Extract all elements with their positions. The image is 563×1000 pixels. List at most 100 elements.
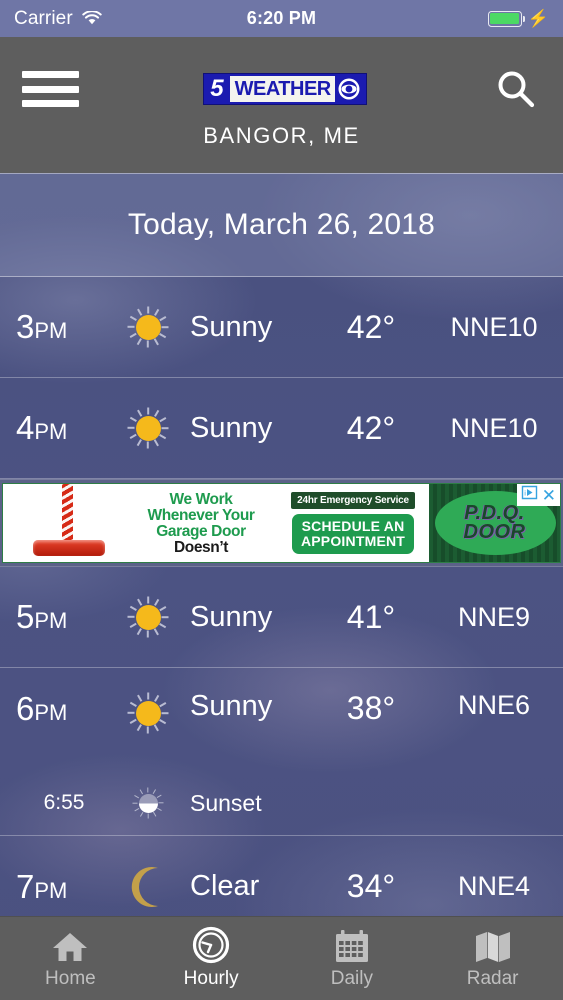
status-bar-clock: 6:20 PM: [246, 8, 317, 28]
calendar-icon: [334, 928, 370, 964]
hour-time: 7PM: [16, 868, 112, 906]
ad-close-icon[interactable]: ✕: [542, 487, 556, 504]
tab-radar[interactable]: Radar: [422, 928, 563, 990]
svg-text:i: i: [524, 488, 526, 497]
schedule-appointment-button[interactable]: SCHEDULE AN APPOINTMENT: [291, 513, 415, 555]
cta-line-2: APPOINTMENT: [300, 533, 406, 549]
ad-headline-line-2: Whenever Your: [147, 507, 255, 525]
ad-brand-text: P.D.Q. DOOR: [463, 503, 526, 543]
sun-icon: [112, 594, 184, 640]
clock-icon: [192, 926, 230, 964]
tab-home[interactable]: Home: [0, 928, 141, 990]
cbs-eye-icon: [334, 76, 364, 102]
condition-label: Sunny: [190, 411, 273, 444]
tab-daily-label: Daily: [330, 967, 373, 989]
wind-label: NNE10: [450, 311, 538, 342]
sun-glyph: [125, 690, 171, 736]
hour-number: 7: [16, 867, 35, 905]
sunset-label: Sunset: [190, 789, 262, 816]
home-icon: [51, 928, 89, 964]
moon-icon: [112, 865, 184, 909]
tab-home-label: Home: [45, 967, 96, 989]
bottom-tab-bar: Home Hourly Daily Radar: [0, 916, 563, 1000]
temperature-label: 42°: [346, 308, 396, 345]
hourly-row[interactable]: 4PM Sunny 42° NNE10: [0, 378, 563, 479]
hour-number: 6: [16, 690, 35, 727]
wind-label: NNE9: [457, 601, 531, 632]
ad-content[interactable]: We Work Whenever Your Garage Door Doesn’…: [2, 483, 561, 563]
status-bar-left: Carrier: [14, 8, 247, 30]
ad-headline-line-3: Garage Door: [156, 523, 246, 540]
advertisement-banner[interactable]: We Work Whenever Your Garage Door Doesn’…: [0, 479, 563, 567]
sunset-icon: [112, 785, 184, 821]
condition-label: Sunny: [190, 690, 273, 722]
hour-time: 6PM: [16, 690, 112, 728]
lightning-bolt-icon: ⚡: [527, 9, 549, 28]
hour-ampm: PM: [34, 318, 68, 343]
condition-label: Sunny: [190, 310, 273, 343]
hour-ampm: PM: [34, 877, 68, 903]
tab-radar-label: Radar: [466, 967, 519, 989]
date-label: Today, March 26, 2018: [127, 208, 436, 241]
battery-full-icon: [487, 10, 526, 27]
ad-controls[interactable]: i ✕: [516, 484, 560, 506]
brand-line-2: DOOR: [463, 521, 526, 543]
condition-label: Clear: [190, 870, 260, 902]
hour-number: 5: [16, 598, 35, 635]
search-icon[interactable]: [491, 64, 541, 114]
app-header: 5 WEATHER BANGOR, ME: [0, 37, 563, 173]
sun-icon: [112, 405, 184, 451]
wind-label: NNE10: [450, 412, 538, 443]
hourly-list-top: 3PM Sunny 42° NNE10 4PM Sunny 42° NNE10: [0, 277, 563, 479]
sun-glyph: [125, 304, 171, 350]
wifi-icon: [82, 10, 102, 26]
carrier-label: Carrier: [14, 7, 73, 29]
ad-cta-group: 24hr Emergency Service SCHEDULE AN APPOI…: [277, 484, 429, 562]
adchoices-icon[interactable]: i: [521, 485, 538, 505]
cta-line-1: SCHEDULE AN: [301, 517, 405, 534]
date-banner: Today, March 26, 2018: [0, 173, 563, 277]
app-header-row: 5 WEATHER: [0, 59, 563, 119]
weather-app-screen: Carrier 6:20 PM ⚡ 5 WEATHER BANGOR, ME T…: [0, 0, 563, 1000]
condition-label: Sunny: [190, 600, 273, 633]
hour-ampm: PM: [34, 608, 68, 633]
status-bar: Carrier 6:20 PM ⚡: [0, 0, 563, 37]
map-icon: [474, 928, 512, 964]
temperature-label: 38°: [346, 690, 396, 726]
temperature-label: 34°: [346, 868, 396, 904]
hourly-row[interactable]: 5PM Sunny 41° NNE9: [0, 567, 563, 668]
hourly-list-bottom: 5PM Sunny 41° NNE9 6PM Sunny 38° NNE6 6:…: [0, 567, 563, 937]
logo-weather-word: WEATHER: [229, 76, 335, 102]
city-label: BANGOR, ME: [203, 123, 360, 148]
tab-hourly-label: Hourly: [183, 967, 239, 989]
sunset-row: 6:55 Sunset: [0, 785, 563, 821]
hour-number: 4: [16, 409, 35, 446]
hamburger-menu-icon[interactable]: [22, 68, 79, 110]
hour-ampm: PM: [34, 419, 68, 444]
ad-headline-line-1: We Work: [169, 491, 233, 509]
wind-label: NNE6: [457, 690, 531, 720]
hour-time: 5PM: [16, 598, 112, 636]
wind-label: NNE4: [457, 871, 531, 901]
ad-emergency-tag: 24hr Emergency Service: [291, 491, 415, 509]
garage-spring-graphic: [3, 484, 125, 562]
status-bar-right: ⚡: [316, 10, 549, 27]
ad-headline-line-4: Doesn’t: [173, 538, 229, 556]
hour-time: 3PM: [16, 308, 112, 346]
hourly-row[interactable]: 3PM Sunny 42° NNE10: [0, 277, 563, 378]
sun-icon: [112, 690, 184, 736]
hour-ampm: PM: [34, 700, 68, 725]
tab-daily[interactable]: Daily: [282, 928, 423, 990]
temperature-label: 42°: [346, 409, 396, 446]
hourly-row[interactable]: 6PM Sunny 38° NNE6 6:55 Sunset: [0, 668, 563, 836]
channel-5-weather-logo: 5 WEATHER: [203, 73, 367, 105]
logo-channel-number: 5: [210, 75, 224, 102]
temperature-label: 41°: [346, 598, 396, 635]
sunset-glyph: [130, 785, 166, 821]
tab-hourly[interactable]: Hourly: [141, 926, 282, 990]
hour-number: 3: [16, 308, 35, 345]
moon-glyph: [131, 866, 158, 907]
hour-time: 4PM: [16, 409, 112, 447]
sun-icon: [112, 304, 184, 350]
sunset-time: 6:55: [43, 791, 85, 814]
